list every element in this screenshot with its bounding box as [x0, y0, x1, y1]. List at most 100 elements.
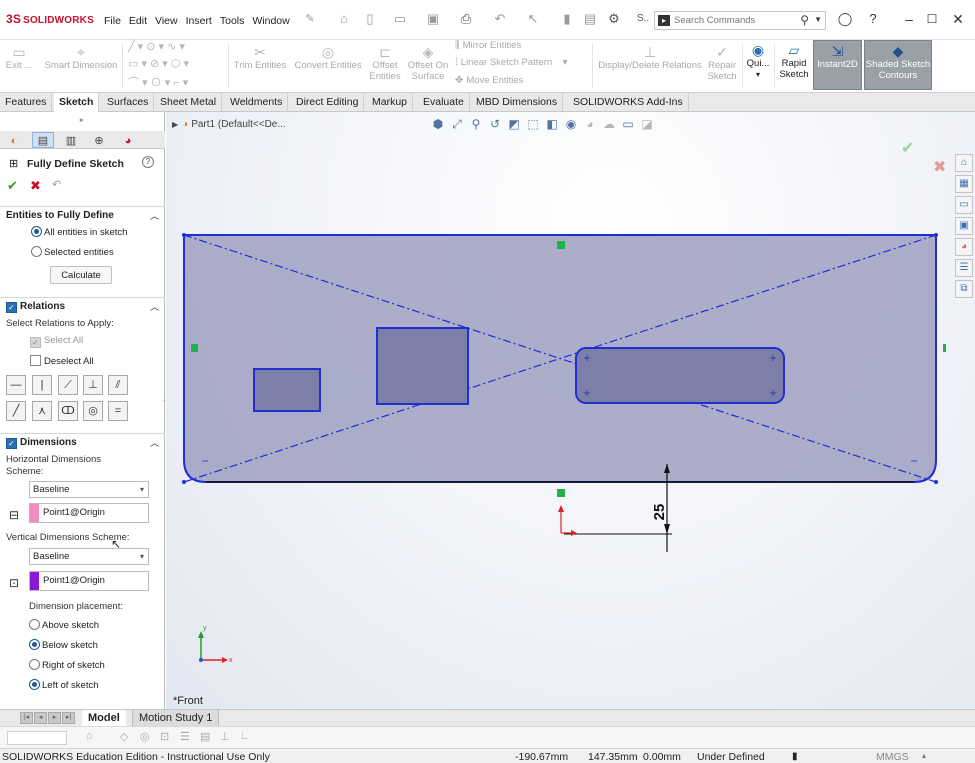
ok-check-icon[interactable]: ✔ — [7, 178, 18, 194]
select-arrow-icon[interactable]: ↖ — [525, 11, 541, 27]
save-icon[interactable]: ▣ — [425, 11, 441, 27]
line-tools[interactable]: ╱ ▾ ⊙ ▾ ∿ ▾ — [128, 40, 185, 53]
offset-on-surface-button[interactable]: ◈ Offset On Surface — [406, 44, 450, 82]
dimensions-checkbox[interactable]: ✓ — [6, 438, 17, 449]
file-properties-icon[interactable]: ▤ — [582, 11, 598, 27]
minimize-button[interactable]: – — [899, 9, 919, 29]
prev-tab-arrow-icon[interactable]: ◂ — [34, 712, 47, 724]
panel-grip[interactable]: ● — [79, 117, 83, 124]
tab-model[interactable]: Model — [82, 710, 126, 727]
tab-evaluate[interactable]: Evaluate — [418, 93, 470, 112]
dimension-icon[interactable]: ⊡ — [160, 730, 169, 743]
menu-file[interactable]: File — [104, 15, 121, 27]
new-document-icon[interactable]: ▯ — [362, 11, 378, 27]
file-explorer-icon[interactable]: ▭ — [955, 196, 973, 214]
tab-markup[interactable]: Markup — [367, 93, 414, 112]
calculate-button[interactable]: Calculate — [50, 266, 112, 284]
design-library-icon[interactable]: ▦ — [955, 175, 973, 193]
endpoint[interactable] — [934, 480, 938, 484]
tab-direct-editing[interactable]: Direct Editing — [291, 93, 365, 112]
collapse-caret-icon[interactable]: ︿ — [150, 209, 159, 222]
chart-icon[interactable]: ▤ — [200, 730, 210, 743]
undo-icon[interactable]: ↶ — [492, 11, 508, 27]
corner-icon[interactable]: ∟ — [240, 730, 251, 742]
options-gear-icon[interactable]: ⚙ — [606, 11, 622, 27]
appearances-icon[interactable]: ◕ — [955, 238, 973, 256]
midpoint-relation-icon[interactable]: ⋏ — [32, 401, 52, 421]
visibility-icon[interactable]: ◎ — [140, 730, 150, 743]
last-tab-arrow-icon[interactable]: ▸| — [62, 712, 75, 724]
help-icon[interactable]: ? — [863, 9, 883, 29]
menu-insert[interactable]: Insert — [186, 15, 212, 27]
instant2d-button[interactable]: ⇲ Instant2D — [813, 40, 862, 90]
rapid-sketch-button[interactable]: ▱ Rapid Sketch — [776, 42, 812, 80]
chevron-down-icon[interactable]: ▾ — [756, 70, 760, 79]
list-icon[interactable]: ☰ — [180, 730, 190, 743]
select-all-checkbox[interactable]: ✓ Select All — [30, 335, 83, 348]
user-icon[interactable]: ◯ — [835, 9, 855, 29]
dimension-value-text[interactable]: 25 — [651, 504, 668, 521]
convert-entities-button[interactable]: ◎ Convert Entities — [292, 44, 364, 71]
layer-icon[interactable]: ◇ — [120, 730, 128, 743]
endpoint[interactable] — [934, 233, 938, 237]
sketch-origin[interactable] — [558, 505, 577, 536]
rectangle-tools[interactable]: ▭ ▾ ⊘ ▾ ⬡ ▾ — [128, 57, 189, 70]
parallel-relation-icon[interactable]: ⫽ — [108, 375, 128, 395]
endpoint[interactable] — [182, 233, 186, 237]
toolbar-label[interactable]: S.. — [634, 11, 652, 27]
featuremanager-tab-icon[interactable]: ◐ — [3, 132, 25, 148]
repair-sketch-button[interactable]: ✓ Repair Sketch — [704, 44, 740, 82]
custom-properties-icon[interactable]: ☰ — [955, 259, 973, 277]
move-entities-button[interactable]: ✥ Move Entities — [455, 75, 523, 86]
menu-tools[interactable]: Tools — [220, 15, 245, 27]
horizontal-origin-field[interactable]: Point1@Origin — [29, 503, 149, 523]
concentric-relation-icon[interactable]: ◎ — [83, 401, 103, 421]
dimensions-group-header[interactable]: ✓ Dimensions ︿ — [0, 433, 165, 449]
first-tab-arrow-icon[interactable]: |◂ — [20, 712, 33, 724]
vertical-relation-icon[interactable]: | — [32, 375, 52, 395]
radio-right-of-sketch[interactable]: Right of sketch — [29, 659, 105, 671]
tab-weldments[interactable]: Weldments — [225, 93, 289, 112]
next-tab-arrow-icon[interactable]: ▸ — [48, 712, 61, 724]
radio-left-of-sketch[interactable]: Left of sketch — [29, 679, 99, 691]
arc-tools[interactable]: ⌒ ▾ ⊙ ▾ ⌐ ▾ — [128, 74, 188, 90]
display-manager-tab-icon[interactable]: ◕ — [117, 132, 139, 148]
dimxpert-tab-icon[interactable]: ⊕ — [88, 132, 110, 148]
vertical-origin-field[interactable]: Point1@Origin — [29, 571, 149, 591]
magnifier-icon[interactable]: ⚲ — [800, 13, 809, 27]
radio-below-sketch[interactable]: Below sketch — [29, 639, 98, 651]
filter-field[interactable] — [7, 731, 67, 745]
filter-icon[interactable]: ⌂ — [86, 730, 93, 742]
rebuild-icon[interactable]: ▮ — [559, 11, 575, 27]
equal-relation-icon[interactable]: = — [108, 401, 128, 421]
tab-surfaces[interactable]: Surfaces — [102, 93, 155, 112]
menu-view[interactable]: View — [155, 15, 178, 27]
exit-sketch-button[interactable]: ▭ Exit ... — [4, 44, 34, 71]
pin-icon[interactable]: ✎ — [302, 11, 318, 27]
tab-motion-study-1[interactable]: Motion Study 1 — [132, 710, 220, 727]
units-selector[interactable]: MMGS — [876, 751, 909, 763]
linear-sketch-pattern-button[interactable]: ⁞ Linear Sketch Pattern ▾ — [455, 57, 568, 68]
horizontal-relation-icon[interactable]: — — [6, 375, 26, 395]
home-icon[interactable]: ⌂ — [336, 11, 352, 27]
horizontal-scheme-select[interactable]: Baseline ▾ — [29, 481, 149, 498]
coincident-relation-icon[interactable]: ↀ — [58, 401, 78, 421]
deselect-all-checkbox[interactable]: Deselect All — [30, 355, 94, 367]
large-rectangle[interactable] — [376, 327, 469, 405]
chevron-up-icon[interactable]: ▴ — [922, 751, 926, 760]
menu-edit[interactable]: Edit — [129, 15, 147, 27]
open-folder-icon[interactable]: ▭ — [392, 11, 408, 27]
slot[interactable] — [575, 347, 785, 404]
radio-above-sketch[interactable]: Above sketch — [29, 619, 99, 631]
horizontal-relation-marker-bottom[interactable] — [557, 489, 565, 497]
graphics-area[interactable]: ▶ ◑ Part1 (Default<<De... ⬢ ⤢ ⚲ ↺ ◩ ⬚ ◧ ◉ … — [166, 112, 975, 709]
undo-icon[interactable]: ↶ — [52, 178, 61, 191]
display-delete-relations-button[interactable]: ⊥ Display/Delete Relations — [596, 44, 704, 71]
tab-mbd-dimensions[interactable]: MBD Dimensions — [471, 93, 564, 112]
chevron-down-icon[interactable]: ▼ — [814, 15, 822, 24]
align-icon[interactable]: ⊥ — [220, 730, 230, 743]
vertical-relation-marker-right[interactable] — [943, 344, 946, 352]
quick-snaps-button[interactable]: ◉ Qui... ▾ — [745, 42, 771, 80]
mirror-entities-button[interactable]: ⫼ Mirror Entities — [455, 40, 521, 51]
relations-group-header[interactable]: ✓ Relations ︿ — [0, 297, 165, 313]
